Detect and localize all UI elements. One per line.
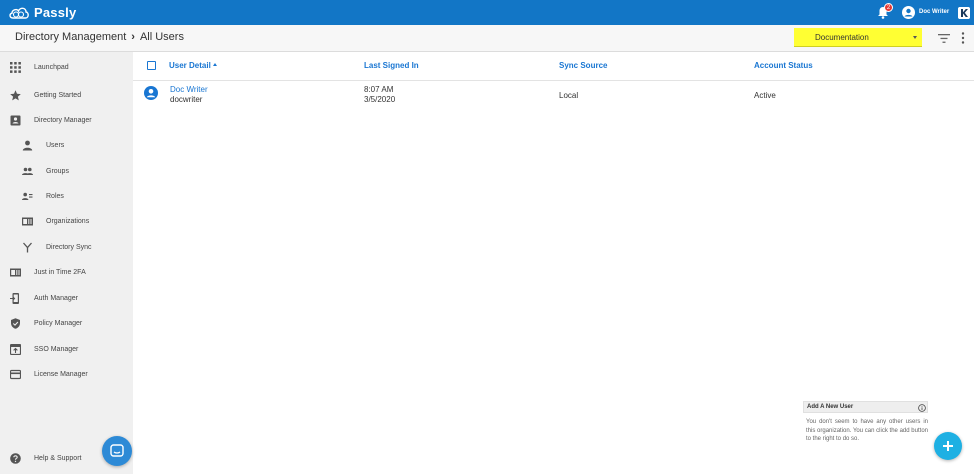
star-icon [10, 90, 21, 101]
passly-logo[interactable]: Passly [8, 4, 76, 21]
sidebar-item-roles[interactable]: Roles [0, 184, 133, 209]
cloud-logo-icon [9, 7, 29, 19]
sidebar-item-label: Directory Manager [34, 117, 92, 124]
table-row[interactable] [133, 81, 974, 111]
column-last-signed-in[interactable]: Last Signed In [364, 61, 419, 70]
sidebar-item-label: Auth Manager [34, 295, 78, 302]
sidebar-item-label: Users [46, 142, 65, 149]
organization-select-value: Documentation [815, 33, 869, 42]
sidebar: Launchpad Getting Started Directory Mana… [0, 52, 133, 474]
chat-icon [110, 444, 124, 457]
more-vertical-icon[interactable] [961, 32, 965, 44]
column-account-status[interactable]: Account Status [754, 61, 813, 70]
user-avatar-icon [144, 86, 158, 100]
sidebar-item-policy-manager[interactable]: Policy Manager [0, 311, 133, 336]
user-username: docwriter [170, 95, 203, 104]
notification-badge: 2 [884, 3, 893, 12]
sidebar-item-label: Launchpad [34, 64, 69, 71]
sort-ascending-icon[interactable] [213, 63, 217, 66]
sidebar-item-directory-sync[interactable]: Directory Sync [0, 235, 133, 260]
select-all-checkbox[interactable] [147, 61, 156, 70]
merge-icon [23, 242, 32, 253]
column-sync-source[interactable]: Sync Source [559, 61, 607, 70]
sidebar-item-directory-manager[interactable]: Directory Manager [0, 108, 133, 133]
user-name-link[interactable]: Doc Writer [170, 85, 208, 94]
users-table-header: User Detail Last Signed In Sync Source A… [133, 52, 974, 81]
sync-source: Local [559, 91, 579, 100]
contact-card-icon [10, 115, 21, 126]
chevron-down-icon [913, 36, 917, 39]
last-signed-time: 8:07 AM [364, 85, 394, 94]
breadcrumb-separator: › [131, 31, 135, 43]
apps-grid-icon [10, 62, 21, 73]
sidebar-item-just-in-time-2fa[interactable]: Just in Time 2FA [0, 260, 133, 285]
sidebar-item-label: Organizations [46, 218, 90, 225]
top-bar: Passly 2 Doc Writer [0, 0, 974, 25]
user-name[interactable]: Doc Writer [919, 9, 949, 15]
sidebar-item-users[interactable]: Users [0, 133, 133, 158]
sidebar-item-label: License Manager [34, 371, 88, 378]
sidebar-item-sso-manager[interactable]: SSO Manager [0, 337, 133, 362]
account-status: Active [754, 91, 776, 100]
account-circle-icon[interactable] [902, 6, 915, 19]
chat-support-button[interactable] [102, 436, 132, 466]
last-signed-date: 3/5/2020 [364, 95, 396, 104]
sidebar-item-launchpad[interactable]: Launchpad [0, 55, 133, 80]
sidebar-item-label: Help & Support [34, 455, 82, 462]
sidebar-item-label: Getting Started [34, 92, 82, 99]
filter-icon[interactable] [938, 34, 950, 43]
help-icon [10, 453, 21, 464]
hint-title-bar: Add A New User [803, 401, 928, 413]
sidebar-item-getting-started[interactable]: Getting Started [0, 83, 133, 108]
org-card-icon [22, 217, 33, 226]
column-user-detail[interactable]: User Detail [169, 61, 211, 70]
sidebar-item-groups[interactable]: Groups [0, 159, 133, 184]
sidebar-item-label: Directory Sync [46, 244, 92, 251]
roles-icon [22, 192, 33, 200]
shield-icon [11, 318, 20, 329]
k-logo-icon[interactable] [958, 7, 970, 19]
badge-card-icon [10, 268, 21, 277]
sidebar-item-license-manager[interactable]: License Manager [0, 362, 133, 387]
hint-title: Add A New User [807, 404, 854, 410]
people-icon [22, 167, 33, 175]
organization-select[interactable]: Documentation [794, 28, 922, 47]
breadcrumb: Directory Management › All Users [15, 31, 184, 43]
sidebar-item-label: Roles [46, 193, 64, 200]
add-user-hint: Add A New User You don't seem to have an… [803, 401, 928, 455]
sidebar-item-label: Groups [46, 168, 69, 175]
sidebar-item-auth-manager[interactable]: Auth Manager [0, 286, 133, 311]
breadcrumb-directory-management[interactable]: Directory Management [15, 31, 126, 43]
person-icon [22, 140, 33, 151]
info-icon[interactable] [918, 404, 926, 412]
phone-key-icon [10, 293, 19, 304]
sidebar-item-label: Just in Time 2FA [34, 269, 86, 276]
credit-card-icon [10, 369, 21, 380]
plus-icon-stem [947, 441, 949, 451]
sidebar-item-organizations[interactable]: Organizations [0, 209, 133, 234]
breadcrumb-all-users: All Users [139, 31, 184, 43]
hint-text: You don't seem to have any other users i… [806, 419, 928, 442]
sso-window-icon [10, 344, 21, 355]
app-name: Passly [34, 5, 77, 20]
sidebar-item-label: SSO Manager [34, 346, 79, 353]
add-user-button[interactable] [934, 432, 962, 460]
sidebar-item-label: Policy Manager [34, 320, 83, 327]
